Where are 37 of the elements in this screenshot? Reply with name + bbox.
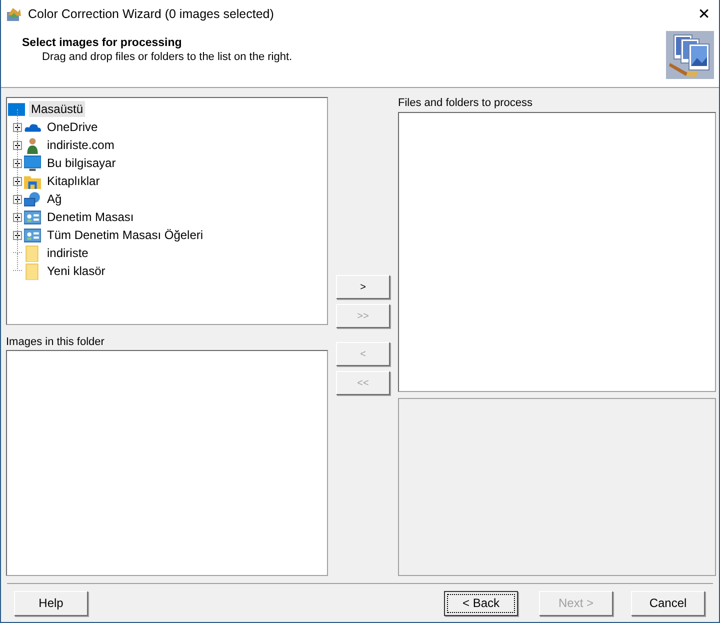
folder-icon (24, 244, 41, 262)
network-icon (24, 190, 41, 208)
images-label: Images in this folder (6, 336, 106, 348)
transfer-button[interactable]: > (336, 275, 390, 299)
control-panel-icon (24, 226, 41, 244)
monitor-icon (24, 154, 41, 172)
tree-item[interactable]: Yeni klasör (45, 263, 108, 279)
wizard-button[interactable]: < Back (444, 590, 518, 616)
tree-item[interactable]: Denetim Masası (45, 209, 136, 225)
header-subtitle: Drag and drop files or folders to the list on the right. (41, 51, 292, 63)
tree-item[interactable]: Tüm Denetim Masası Öğeleri (45, 227, 206, 243)
tree-item[interactable]: Masaüstü (29, 101, 86, 117)
help-button[interactable]: Help (14, 590, 88, 616)
expand-icon[interactable] (13, 122, 22, 132)
control-panel-icon (24, 208, 41, 226)
header-title: Select images for processing (22, 37, 183, 49)
tree-item[interactable]: Kitaplıklar (45, 173, 102, 189)
wizard-button[interactable]: Cancel (631, 590, 705, 616)
expand-icon[interactable] (13, 230, 22, 240)
photos-brush-icon (666, 31, 714, 79)
expand-icon[interactable] (13, 158, 22, 168)
user-icon (24, 136, 41, 154)
expand-icon[interactable] (13, 212, 22, 222)
expand-icon[interactable] (13, 140, 22, 150)
tree-item[interactable]: OneDrive (45, 119, 100, 135)
tree-item[interactable]: Ağ (45, 191, 64, 207)
window-title: Color Correction Wizard (0 images selected) (28, 6, 274, 20)
expand-icon[interactable] (13, 194, 22, 204)
tree-item[interactable]: indiriste (45, 245, 90, 261)
close-button[interactable]: ✕ (689, 0, 719, 27)
expand-icon[interactable] (13, 176, 22, 186)
tree-item[interactable]: indiriste.com (45, 137, 116, 153)
desktop-icon (8, 100, 25, 118)
tree-item[interactable]: Bu bilgisayar (45, 155, 118, 171)
app-icon (6, 6, 22, 22)
folder-icon (24, 262, 41, 280)
files-label: Files and folders to process (398, 97, 534, 109)
